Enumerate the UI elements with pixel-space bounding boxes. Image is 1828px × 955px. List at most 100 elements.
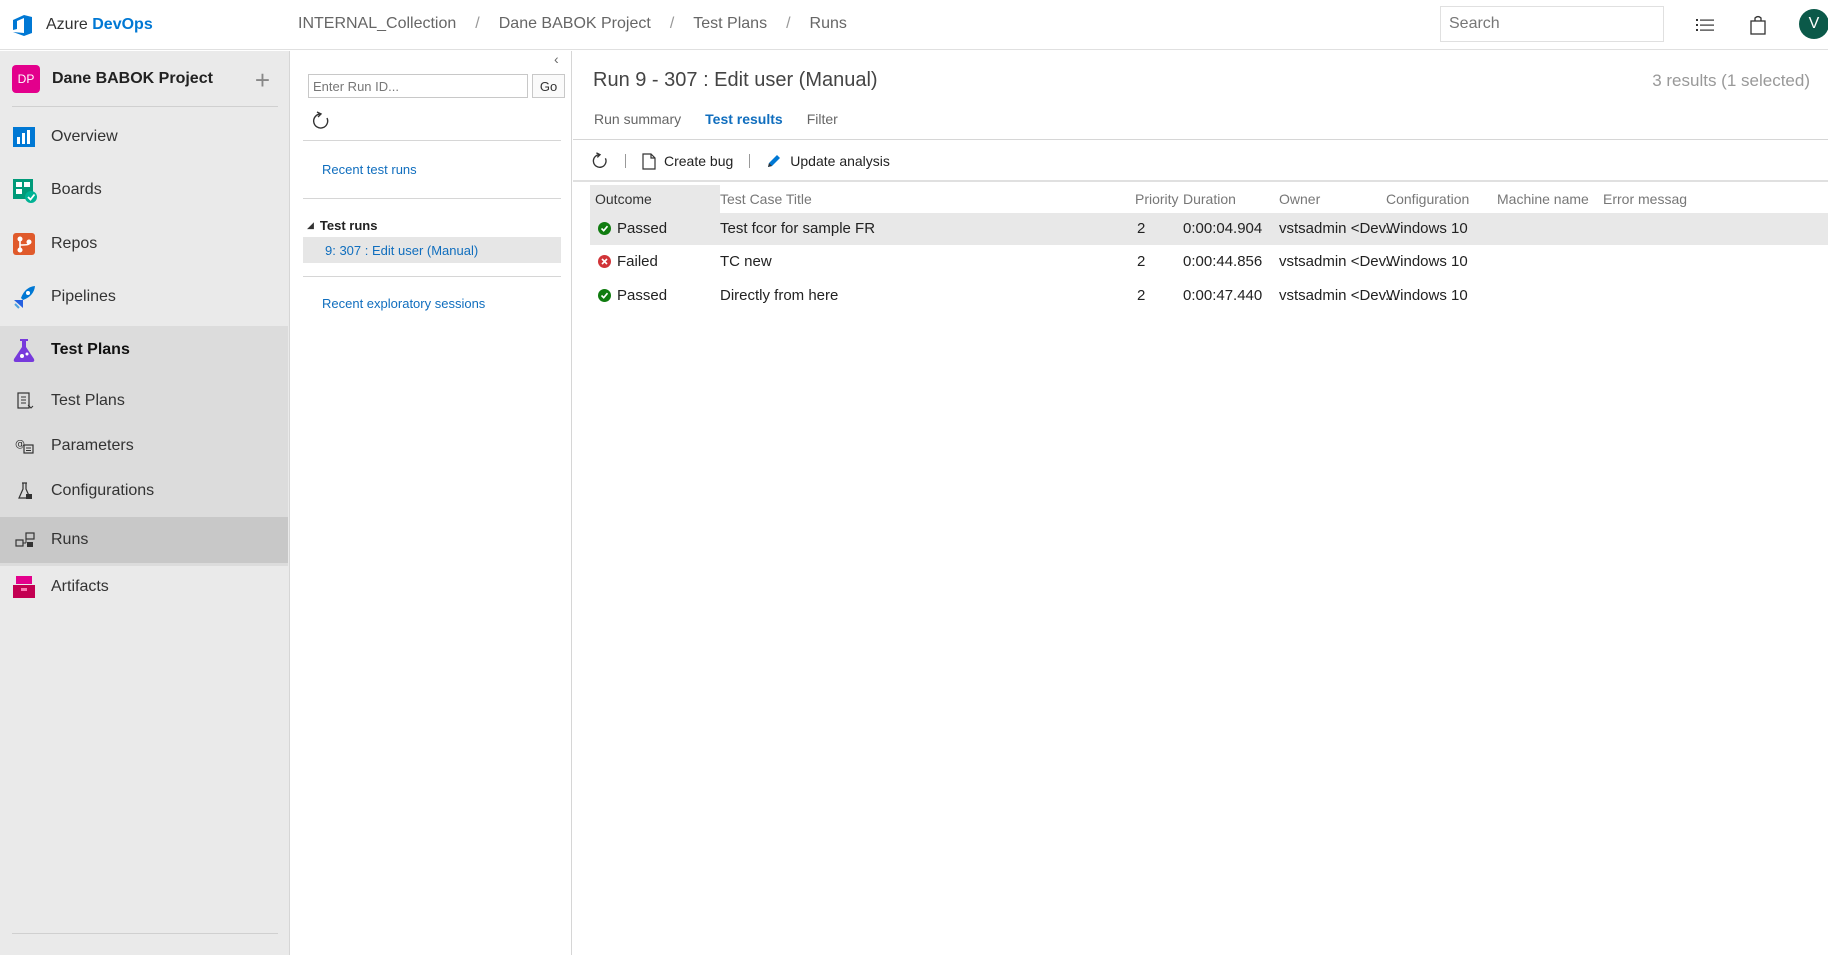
subnav-item-label: Parameters	[51, 437, 134, 454]
subnav-item-configurations[interactable]: Configurations	[0, 469, 288, 513]
owner-cell: vstsadmin <Dev...	[1279, 220, 1398, 237]
tab-divider	[573, 139, 1828, 140]
tab-run-summary[interactable]: Run summary	[594, 111, 681, 127]
test-case-title: Test fcor for sample FR	[720, 220, 876, 237]
passed-check-icon	[598, 289, 611, 302]
column-header-title[interactable]: Test Case Title	[720, 191, 812, 207]
outcome-cell: Failed	[598, 253, 658, 270]
divider	[303, 276, 561, 277]
owner-cell: vstsadmin <Dev...	[1279, 253, 1398, 270]
duration-cell: 0:00:44.856	[1183, 253, 1263, 270]
page-title: Run 9 - 307 : Edit user (Manual)	[593, 69, 878, 91]
breadcrumb-separator: /	[786, 15, 791, 32]
nav-item-overview[interactable]: Overview	[0, 115, 288, 159]
outcome-text: Passed	[617, 287, 668, 304]
test-plans-list-icon	[14, 390, 36, 412]
parameters-icon: @	[14, 435, 36, 457]
toolbar-divider	[573, 180, 1828, 182]
add-icon[interactable]: +	[255, 65, 270, 96]
artifacts-icon	[10, 573, 38, 601]
user-avatar[interactable]: V	[1799, 9, 1828, 39]
update-analysis-button[interactable]: Update analysis	[766, 153, 890, 169]
create-bug-button[interactable]: Create bug	[642, 152, 733, 170]
go-button[interactable]: Go	[532, 74, 565, 98]
column-header-machine-name[interactable]: Machine name	[1497, 191, 1589, 207]
configuration-cell: Windows 10	[1386, 287, 1468, 304]
recent-exploratory-sessions-link[interactable]: Recent exploratory sessions	[322, 296, 485, 311]
outcome-text: Passed	[617, 220, 668, 237]
test-case-title: Directly from here	[720, 287, 839, 304]
column-header-configuration[interactable]: Configuration	[1386, 191, 1469, 207]
run-id-input[interactable]	[308, 74, 528, 98]
configurations-icon	[14, 480, 36, 502]
test-case-title: TC new	[720, 253, 772, 270]
test-runs-heading: Test runs	[319, 218, 378, 233]
divider	[303, 198, 561, 199]
subnav-item-runs[interactable]: Runs	[0, 518, 288, 562]
subnav-item-test-plans[interactable]: Test Plans	[0, 379, 288, 423]
column-header-outcome[interactable]: Outcome	[590, 185, 720, 213]
table-row[interactable]: Passed Test fcor for sample FR 2 0:00:04…	[590, 213, 1828, 245]
toolbar: Create bug Update analysis	[591, 149, 890, 173]
breadcrumb-test-plans[interactable]: Test Plans	[693, 15, 767, 33]
search-input[interactable]	[1449, 15, 1656, 33]
breadcrumb-separator: /	[475, 15, 480, 32]
nav-divider	[12, 106, 278, 107]
outcome-cell: Passed	[598, 220, 667, 237]
results-grid-header: Outcome Test Case Title Priority Duratio…	[590, 185, 1828, 213]
subnav-item-label: Test Plans	[51, 392, 125, 409]
test-run-tree-item[interactable]: 9: 307 : Edit user (Manual)	[303, 237, 561, 263]
table-row[interactable]: Failed TC new 2 0:00:44.856 vstsadmin <D…	[590, 246, 1828, 278]
nav-item-label: Overview	[51, 128, 118, 145]
tab-filter[interactable]: Filter	[807, 111, 838, 127]
nav-item-test-plans[interactable]: Test Plans	[0, 328, 288, 372]
column-header-owner[interactable]: Owner	[1279, 191, 1320, 207]
configuration-cell: Windows 10	[1386, 253, 1468, 270]
column-header-error-message[interactable]: Error messag	[1603, 191, 1687, 207]
pipelines-icon	[10, 283, 38, 311]
results-count: 3 results (1 selected)	[1652, 71, 1810, 90]
search-box[interactable]	[1440, 6, 1664, 42]
runs-icon	[14, 529, 36, 551]
marketplace-bag-icon[interactable]	[1746, 13, 1770, 37]
column-header-priority[interactable]: Priority	[1135, 191, 1179, 207]
expand-triangle-icon[interactable]: ◢	[307, 220, 314, 231]
nav-item-label: Test Plans	[51, 341, 130, 358]
breadcrumb-collection[interactable]: INTERNAL_Collection	[298, 15, 456, 33]
task-list-icon[interactable]	[1693, 13, 1717, 37]
breadcrumb: INTERNAL_Collection / Dane BABOK Project…	[298, 15, 847, 33]
nav-item-artifacts[interactable]: Artifacts	[0, 565, 288, 609]
test-plans-icon	[10, 336, 38, 364]
boards-icon	[10, 176, 38, 204]
overview-icon	[10, 123, 38, 151]
collapse-panel-icon[interactable]: ‹	[554, 51, 559, 67]
failed-x-icon	[598, 255, 611, 268]
brand[interactable]: Azure DevOps	[10, 12, 153, 38]
nav-item-pipelines[interactable]: Pipelines	[0, 275, 288, 319]
outcome-cell: Passed	[598, 287, 667, 304]
breadcrumb-separator: /	[669, 15, 675, 32]
subnav-item-parameters[interactable]: @ Parameters	[0, 424, 288, 468]
nav-item-label: Artifacts	[51, 578, 109, 595]
brand-name: DevOps	[92, 16, 153, 33]
owner-cell: vstsadmin <Dev...	[1279, 287, 1398, 304]
tab-test-results[interactable]: Test results	[705, 111, 783, 127]
nav-item-label: Repos	[51, 235, 98, 252]
column-header-duration[interactable]: Duration	[1183, 191, 1236, 207]
runs-explorer-panel: ‹ Go Recent test runs ◢ Test runs 9: 307…	[291, 51, 572, 955]
nav-item-label: Boards	[51, 181, 102, 198]
refresh-icon[interactable]	[591, 152, 609, 170]
breadcrumb-project[interactable]: Dane BABOK Project	[499, 15, 651, 33]
nav-item-boards[interactable]: Boards	[0, 168, 288, 212]
outcome-text: Failed	[617, 253, 658, 270]
test-runs-tree-header[interactable]: ◢ Test runs	[307, 218, 377, 233]
toolbar-separator	[749, 154, 751, 168]
breadcrumb-runs[interactable]: Runs	[810, 15, 847, 33]
project-header[interactable]: DP Dane BABOK Project +	[0, 59, 290, 99]
configuration-cell: Windows 10	[1386, 220, 1468, 237]
nav-item-repos[interactable]: Repos	[0, 222, 288, 266]
refresh-icon[interactable]	[311, 111, 331, 131]
recent-test-runs-link[interactable]: Recent test runs	[322, 162, 417, 177]
table-row[interactable]: Passed Directly from here 2 0:00:47.440 …	[590, 280, 1828, 312]
divider	[303, 140, 561, 141]
